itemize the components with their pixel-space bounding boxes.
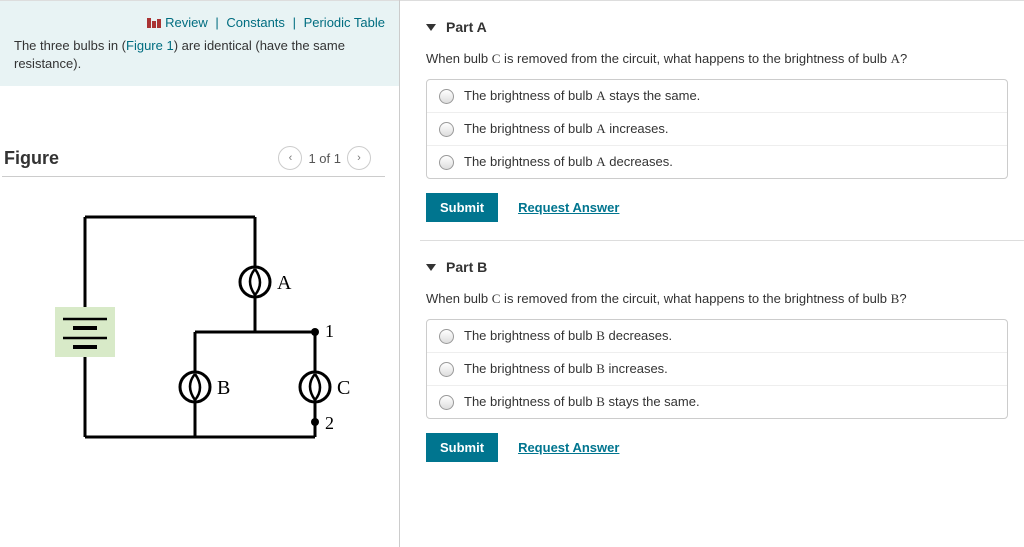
t: stays the same. [606,88,701,103]
t: The brightness of bulb [464,88,596,103]
part-a-header[interactable]: Part A [420,19,1014,35]
radio-icon[interactable] [439,122,454,137]
part-b-actions: Submit Request Answer [426,433,1008,462]
option-text: The brightness of bulb A decreases. [464,154,673,170]
caret-down-icon [426,259,436,275]
bulb-b-label: B [217,377,230,399]
part-b-title: Part B [446,259,487,275]
option-text: The brightness of bulb B increases. [464,361,668,377]
left-panel: Review | Constants | Periodic Table The … [0,0,400,547]
radio-icon[interactable] [439,362,454,377]
t: stays the same. [605,394,700,409]
text: is removed from the circuit, what happen… [500,51,890,66]
intro-box: Review | Constants | Periodic Table The … [0,0,399,86]
radio-icon[interactable] [439,329,454,344]
intro-pre: The three bulbs in ( [14,38,126,53]
option-text: The brightness of bulb A increases. [464,121,669,137]
v: B [596,394,605,409]
figure-header: Figure ‹ 1 of 1 › [2,126,385,177]
node-2-label: 2 [325,413,334,433]
option-row[interactable]: The brightness of bulb B increases. [427,353,1007,386]
v: A [596,88,605,103]
v: B [596,361,605,376]
text: When bulb [426,51,492,66]
v: A [596,154,605,169]
t: The brightness of bulb [464,121,596,136]
text: When bulb [426,291,492,306]
t: The brightness of bulb [464,361,596,376]
option-row[interactable]: The brightness of bulb A stays the same. [427,80,1007,113]
periodic-table-link[interactable]: Periodic Table [304,15,385,30]
t: increases. [606,121,669,136]
t: The brightness of bulb [464,154,596,169]
radio-icon[interactable] [439,395,454,410]
intro-text: The three bulbs in (Figure 1) are identi… [14,37,385,72]
bulb-a-label: A [277,272,292,294]
figure-body: A B C 1 2 [0,177,399,480]
figure-prev-button[interactable]: ‹ [278,146,302,170]
part-divider [420,240,1024,241]
bulb-c-label: C [337,377,350,399]
part-a-title: Part A [446,19,487,35]
figure-link[interactable]: Figure 1 [126,38,174,53]
v: A [596,121,605,136]
text: is removed from the circuit, what happen… [500,291,890,306]
request-answer-link[interactable]: Request Answer [518,200,619,215]
part-a-prompt: When bulb C is removed from the circuit,… [426,51,1008,67]
part-b-options: The brightness of bulb B decreases. The … [426,319,1008,419]
circuit-diagram: A B C 1 2 [25,197,355,457]
submit-button[interactable]: Submit [426,193,498,222]
option-text: The brightness of bulb A stays the same. [464,88,700,104]
bulb-c-icon [300,372,330,402]
part-a-options: The brightness of bulb A stays the same.… [426,79,1008,179]
radio-icon[interactable] [439,155,454,170]
option-text: The brightness of bulb B stays the same. [464,394,700,410]
figure-next-button[interactable]: › [347,146,371,170]
bulb-var: B [891,291,900,306]
t: increases. [605,361,668,376]
option-text: The brightness of bulb B decreases. [464,328,672,344]
bulb-var: A [891,51,900,66]
bulb-b-icon [180,372,210,402]
link-separator: | [215,15,218,30]
node-1-label: 1 [325,321,334,341]
constants-link[interactable]: Constants [226,15,285,30]
t: decreases. [606,154,673,169]
t: decreases. [605,328,672,343]
option-row[interactable]: The brightness of bulb A decreases. [427,146,1007,178]
review-link[interactable]: Review [165,15,208,30]
t: The brightness of bulb [464,394,596,409]
option-row[interactable]: The brightness of bulb B decreases. [427,320,1007,353]
part-a: Part A When bulb C is removed from the c… [420,19,1024,222]
review-icon [147,16,161,31]
figure-counter: 1 of 1 [308,151,341,166]
submit-button[interactable]: Submit [426,433,498,462]
battery-icon [55,307,115,357]
part-b-header[interactable]: Part B [420,259,1014,275]
radio-icon[interactable] [439,89,454,104]
link-separator: | [293,15,296,30]
figure-title: Figure [4,148,59,169]
right-panel: Part A When bulb C is removed from the c… [400,0,1024,547]
caret-down-icon [426,19,436,35]
option-row[interactable]: The brightness of bulb A increases. [427,113,1007,146]
text: ? [900,51,907,66]
figure-nav: ‹ 1 of 1 › [278,146,371,170]
v: B [596,328,605,343]
option-row[interactable]: The brightness of bulb B stays the same. [427,386,1007,418]
bulb-a-icon [240,267,270,297]
part-a-actions: Submit Request Answer [426,193,1008,222]
node-2-dot [311,418,319,426]
t: The brightness of bulb [464,328,596,343]
request-answer-link[interactable]: Request Answer [518,440,619,455]
text: ? [899,291,906,306]
node-1-dot [311,328,319,336]
part-b-prompt: When bulb C is removed from the circuit,… [426,291,1008,307]
top-links: Review | Constants | Periodic Table [14,11,385,37]
part-b: Part B When bulb C is removed from the c… [420,259,1024,462]
